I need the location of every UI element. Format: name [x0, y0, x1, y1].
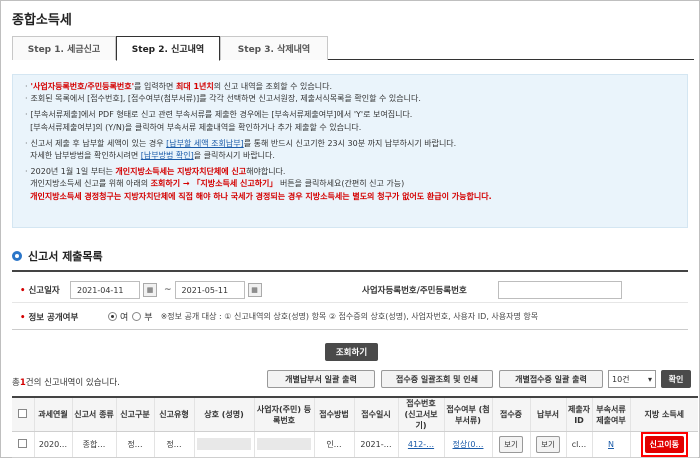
section-title: 신고서 제출목록: [12, 248, 103, 264]
cell-period: 2020…: [33, 431, 72, 458]
highlight-box: 신고이동: [640, 432, 688, 457]
receipt-print-button[interactable]: 접수증 일괄조회 및 인쇄: [381, 370, 493, 388]
date-label: • 신고일자: [20, 286, 60, 296]
public-label: • 정보 공개여부: [20, 312, 79, 323]
tab-step3[interactable]: Step 3. 삭제내역: [220, 36, 328, 60]
batch-receipt-button[interactable]: 개별접수증 일괄 출력: [499, 370, 603, 388]
calendar-icon[interactable]: ▦: [143, 283, 157, 297]
select-all-checkbox[interactable]: [18, 408, 28, 418]
info-line: 개인지방소득세 신고를 위해 아래의 조회하기 → 「지방소득세 신고하기」 버…: [30, 179, 405, 189]
info-line: · 2020년 1월 1일 부터는 개인지방소득세는 지방자치단체에 신고해야합니…: [25, 167, 286, 177]
cell-local-tax: 신고이동: [629, 431, 698, 458]
info-line: · '사업자등록번호/주민등록번호'를 입력하면 최대 1년치의 신고 내역을 조…: [25, 82, 333, 91]
info-line: 자세한 납부방법을 확인하시려면 [납부방법 확인]을 클릭하시기 바랍니다.: [30, 151, 275, 161]
search-form: • 신고일자 2021-04-11 ▦ ~ 2021-05-11 ▦ 사업자등록번…: [12, 270, 688, 330]
biz-number-input[interactable]: [498, 281, 622, 299]
calendar-icon[interactable]: ▦: [247, 283, 262, 297]
table-header: 신고구분: [115, 396, 154, 432]
redacted-reg-number: [257, 437, 311, 450]
row-checkbox[interactable]: [18, 439, 28, 448]
table-header: 접수일시: [353, 396, 398, 432]
info-box: · '사업자등록번호/주민등록번호'를 입력하면 최대 1년치의 신고 내역을 조…: [12, 74, 688, 228]
receipt-view-button[interactable]: 보기: [499, 436, 523, 453]
table-header: 납부서: [529, 396, 566, 432]
status-link[interactable]: 정상(0…: [453, 440, 484, 449]
page-size-select[interactable]: 10건 ▾: [608, 370, 656, 388]
redacted-name: [197, 437, 251, 450]
cell-type: 종합…: [71, 431, 116, 458]
table-header-row: 과세연월 신고서 종류 신고구분 신고유형 상호 (성명) 사업자(주민) 등록…: [12, 396, 698, 432]
cell-bill: 보기: [529, 431, 566, 458]
public-note: ※정보 공개 대상 : ① 신고내역의 상호(성명) 항목 ② 접수증의 상호(…: [160, 312, 539, 321]
info-line: · [부속서류제출]에서 PDF 형태로 신고 관련 부속서류를 제출한 경우에는…: [25, 110, 413, 120]
biz-number-label: 사업자등록번호/주민등록번호: [362, 286, 467, 296]
step-tabs: Step 1. 세금신고 Step 2. 신고내역 Step 3. 삭제내역: [12, 36, 694, 61]
table-header: 과세연월: [33, 396, 72, 432]
table-header: 접수번호 (신고서보기): [397, 396, 444, 432]
result-table: 과세연월 신고서 종류 신고구분 신고유형 상호 (성명) 사업자(주민) 등록…: [12, 396, 698, 458]
cell-submitter: cl…: [565, 431, 592, 458]
table-header: 지방 소득세: [629, 396, 698, 432]
payment-method-link[interactable]: [납부방법 확인]: [141, 151, 194, 160]
table-header: 접수방법: [313, 396, 354, 432]
radio-yes[interactable]: [108, 312, 117, 321]
row-checkbox-cell: [12, 431, 34, 458]
cell-receipt: 보기: [491, 431, 530, 458]
radio-no[interactable]: [132, 312, 142, 321]
info-line: [부속서류제출여부]의 (Y/N)을 클릭하여 부속서류 제출내역을 확인하거나…: [30, 122, 362, 132]
cell-reg-number: [253, 431, 314, 458]
info-line: · 조회된 목록에서 [접수번호], [접수여부(첨부서류)]를 각각 선택하면 …: [25, 94, 421, 104]
batch-tax-bill-button[interactable]: 개별납부서 일괄 출력: [267, 370, 375, 388]
receipt-number-link[interactable]: 412-…: [408, 440, 434, 449]
date-row: • 신고일자 2021-04-11 ▦ ~ 2021-05-11 ▦ 사업자등록번…: [12, 276, 688, 304]
public-row: • 정보 공개여부 여 부 ※정보 공개 대상 : ① 신고내역의 상호(성명) …: [12, 302, 688, 330]
table-row: 2020… 종합… 정… 정… 인… 2021-… 412-… 정상(0… 보기…: [12, 431, 698, 458]
cell-receipt-no: 412-…: [397, 431, 444, 458]
table-header: 접수증: [491, 396, 530, 432]
tab-step2[interactable]: Step 2. 신고내역: [116, 36, 220, 61]
tab-step1[interactable]: Step 1. 세금신고: [12, 36, 116, 60]
table-header: 부속서류 제출여부: [591, 396, 630, 432]
header-checkbox-cell: [12, 396, 34, 432]
info-line: · 신고서 제출 후 납부할 세액이 있는 경우 [납부할 세액 조회납부]를 통…: [25, 138, 457, 148]
result-count: 총1건의 신고내역이 있습니다.: [12, 378, 120, 388]
info-line: 개인지방소득세 경정청구는 지방자치단체에 직접 해야 하나 국세가 경정되는 …: [30, 191, 492, 201]
search-button[interactable]: 조회하기: [325, 343, 378, 361]
date-from-input[interactable]: 2021-04-11: [70, 281, 140, 299]
table-header: 접수여부 (첨부서류): [443, 396, 492, 432]
local-tax-move-button[interactable]: 신고이동: [644, 436, 684, 453]
bill-view-button[interactable]: 보기: [536, 436, 560, 453]
cell-kind: 정…: [153, 431, 194, 458]
cell-method: 인…: [313, 431, 354, 458]
table-header: 신고유형: [153, 396, 194, 432]
cell-name: [193, 431, 254, 458]
cell-attach: N: [591, 431, 630, 458]
confirm-button[interactable]: 확인: [661, 370, 691, 388]
table-header: 사업자(주민) 등록번호: [253, 396, 314, 432]
table-header: 제출자 ID: [565, 396, 592, 432]
bullet-circle-icon: [12, 251, 22, 261]
date-to-input[interactable]: 2021-05-11: [174, 281, 245, 299]
window-frame: [0, 0, 700, 458]
cell-datetime: 2021-…: [353, 431, 398, 458]
tax-payment-link[interactable]: [납부할 세액 조회납부]: [166, 139, 244, 148]
attach-status-link[interactable]: N: [608, 440, 614, 449]
page-title: 종합소득세: [12, 13, 72, 28]
cell-status: 정상(0…: [443, 431, 492, 458]
table-header: 상호 (성명): [193, 396, 254, 432]
cell-category: 정…: [115, 431, 154, 458]
chevron-down-icon: ▾: [647, 374, 652, 384]
table-header: 신고서 종류: [71, 396, 116, 432]
